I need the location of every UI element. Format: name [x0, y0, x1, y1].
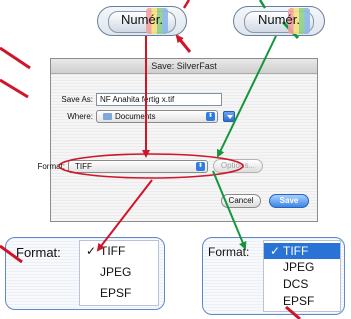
green-arrow-top-tick	[258, 0, 267, 9]
red-arrow-down-left	[96, 179, 153, 252]
green-arrow-down-right	[212, 170, 247, 250]
red-arrow-top-tick	[182, 0, 191, 9]
green-arrow-to-popup	[217, 35, 277, 158]
red-arrow-cursor	[175, 34, 192, 53]
red-arrow-left-mid	[0, 78, 29, 99]
numeric-button-left-label: Numér.	[121, 12, 163, 27]
red-arrow-left-top	[0, 46, 31, 70]
red-arrow-bottom-left	[0, 244, 23, 264]
numeric-button-right-label: Numér.	[258, 12, 300, 27]
red-arrow-bottom-right	[285, 305, 301, 319]
arrows-overlay	[0, 0, 301, 319]
